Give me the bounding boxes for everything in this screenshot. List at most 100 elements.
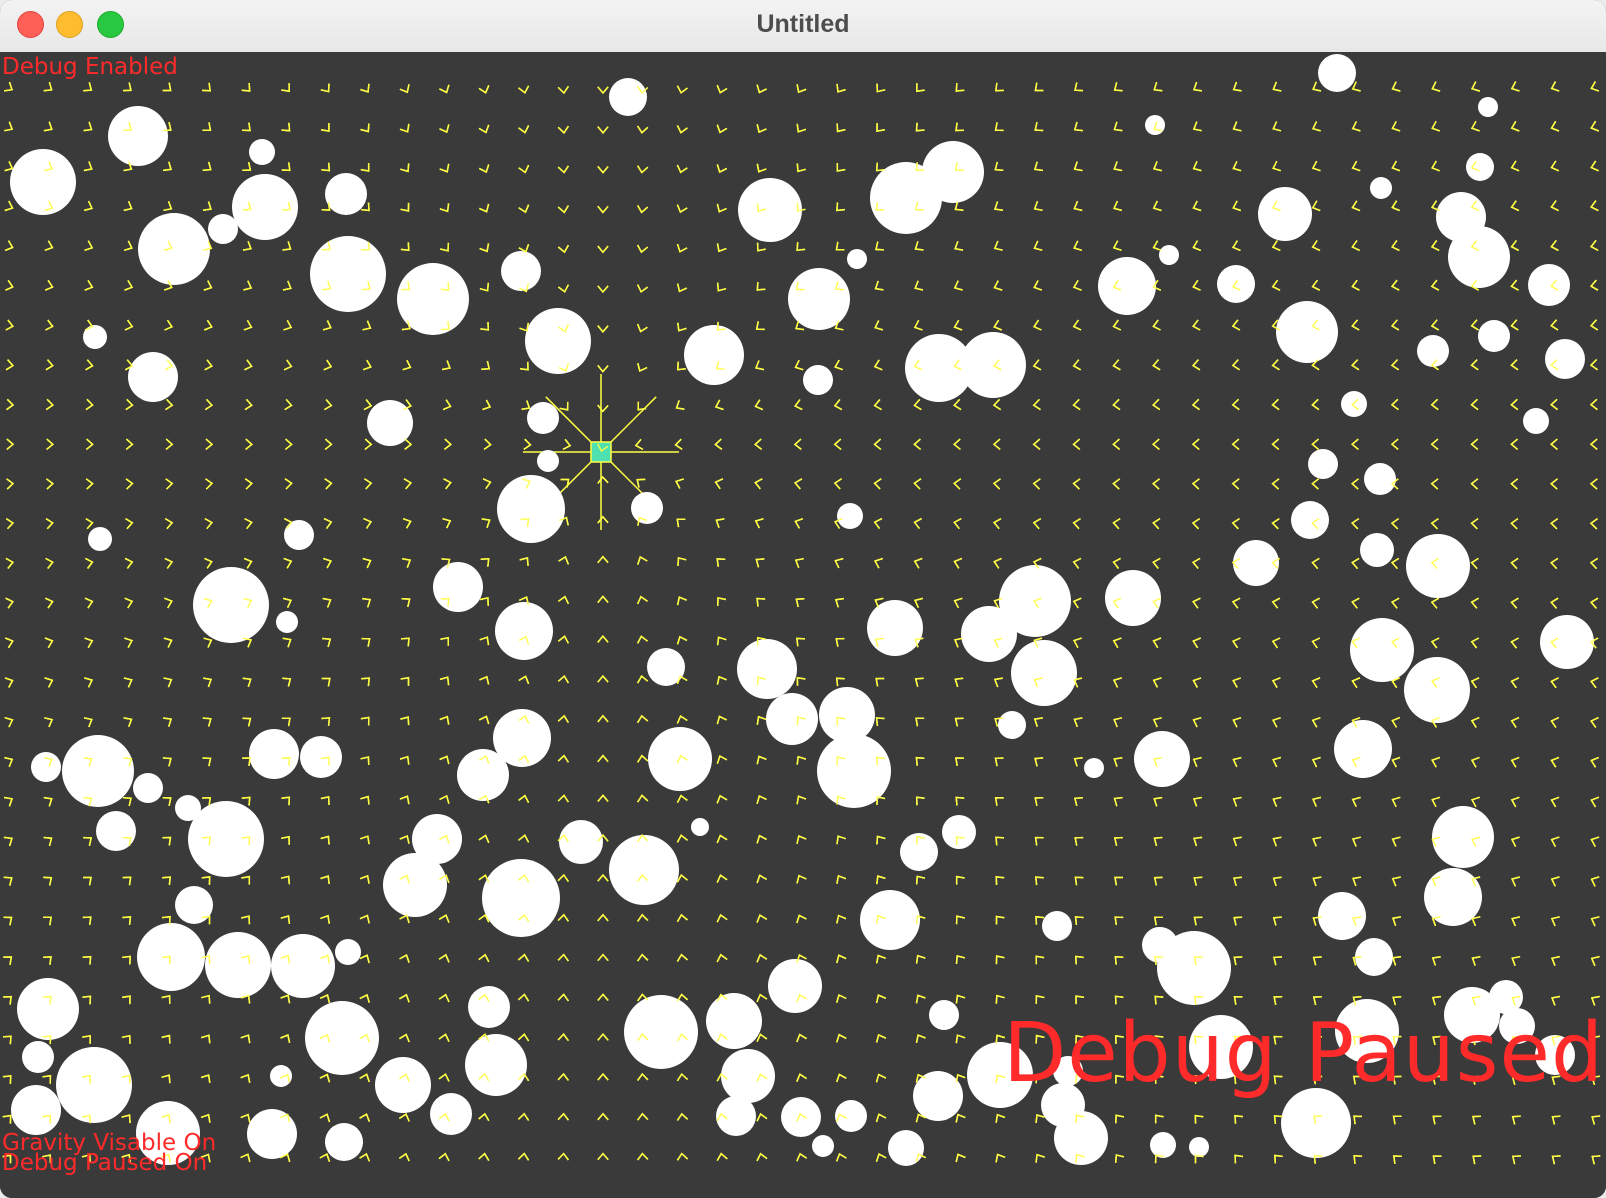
gravity-arrow: [1271, 478, 1280, 490]
simulation-canvas[interactable]: Debug Enabled Gravity Visable On Debug P…: [0, 52, 1606, 1198]
gravity-arrow: [1192, 81, 1203, 92]
gravity-arrow: [399, 914, 410, 924]
gravity-arrow: [5, 637, 14, 649]
gravity-arrow: [362, 320, 372, 331]
gravity-arrow: [122, 876, 132, 886]
gravity-arrow: [122, 82, 132, 92]
gravity-arrow: [244, 359, 253, 371]
gravity-arrow: [1510, 677, 1520, 689]
gravity-arrow: [480, 557, 490, 567]
gravity-arrow: [875, 1113, 887, 1123]
gravity-arrow: [1589, 279, 1599, 291]
gravity-arrow: [518, 204, 530, 214]
gravity-arrow: [202, 161, 212, 172]
gravity-arrow: [4, 160, 14, 172]
gravity-arrow: [164, 557, 174, 569]
gravity-arrow: [323, 359, 333, 371]
gravity-arrow: [1392, 916, 1402, 927]
gravity-arrow: [756, 715, 767, 725]
gravity-arrow: [873, 359, 883, 371]
gravity-arrow: [834, 597, 844, 608]
gravity-arrow: [481, 518, 491, 528]
gravity-arrow: [3, 995, 12, 1005]
particle: [10, 149, 76, 215]
gravity-arrow: [203, 637, 213, 648]
gravity-arrow: [281, 835, 290, 845]
gravity-arrow: [914, 677, 924, 687]
gravity-arrow: [874, 280, 884, 291]
gravity-arrow: [163, 161, 172, 172]
gravity-arrow: [1072, 597, 1082, 609]
gravity-arrow: [955, 994, 966, 1004]
particle: [1523, 408, 1549, 434]
gravity-arrow: [1351, 160, 1361, 172]
gravity-arrow: [1590, 955, 1600, 967]
gravity-arrow: [597, 1033, 609, 1041]
gravity-arrow: [360, 756, 370, 766]
gravity-arrow: [3, 836, 13, 847]
gravity-arrow: [1550, 319, 1559, 331]
gravity-arrow: [439, 84, 450, 94]
gravity-arrow: [597, 364, 609, 373]
gravity-arrow: [756, 755, 767, 765]
gravity-arrow: [1550, 438, 1558, 450]
gravity-arrow: [125, 398, 134, 411]
gravity-arrow: [754, 360, 765, 371]
gravity-arrow: [1550, 81, 1560, 92]
gravity-arrow: [676, 873, 688, 883]
gravity-arrow: [402, 517, 412, 529]
particle: [375, 1057, 431, 1113]
gravity-arrow: [1114, 995, 1124, 1005]
gravity-arrow: [756, 1152, 768, 1162]
gravity-arrow: [517, 1112, 530, 1121]
gravity-arrow: [955, 1153, 966, 1163]
gravity-arrow: [835, 677, 845, 687]
gravity-arrow: [519, 322, 530, 332]
gravity-arrow: [521, 400, 531, 411]
particle: [310, 236, 386, 312]
gravity-arrow: [45, 359, 54, 371]
gravity-arrow: [676, 164, 688, 174]
gravity-arrow: [1114, 1154, 1125, 1163]
particle: [31, 752, 61, 782]
gravity-arrow: [479, 636, 490, 646]
gravity-arrow: [1152, 517, 1161, 530]
gravity-arrow: [1511, 1155, 1521, 1165]
gravity-arrow: [478, 164, 490, 174]
gravity-arrow: [994, 82, 1004, 92]
gravity-arrow: [1550, 955, 1560, 966]
gravity-arrow: [164, 319, 174, 331]
gravity-arrow: [1152, 677, 1162, 688]
gravity-arrow: [836, 123, 846, 133]
gravity-arrow: [557, 1112, 569, 1121]
gravity-arrow: [1390, 279, 1400, 291]
gravity-arrow: [1470, 517, 1479, 530]
gravity-arrow: [915, 717, 925, 727]
particle: [249, 139, 275, 165]
particle: [1159, 245, 1179, 265]
gravity-arrow: [324, 399, 333, 411]
gravity-arrow: [1234, 1114, 1243, 1124]
gravity-arrow: [1033, 717, 1043, 727]
gravity-arrow: [362, 557, 372, 569]
gravity-arrow: [1035, 1114, 1045, 1123]
gravity-arrow: [915, 796, 925, 806]
gravity-arrow: [244, 517, 253, 530]
gravity-arrow: [675, 400, 685, 411]
gravity-arrow: [3, 81, 13, 92]
debug-enabled-label: Debug Enabled: [2, 54, 178, 80]
gravity-arrow: [85, 438, 94, 450]
gravity-arrow: [676, 834, 688, 843]
gravity-arrow: [995, 1113, 1006, 1123]
gravity-arrow: [1231, 359, 1241, 371]
gravity-arrow: [82, 916, 92, 926]
particle: [837, 503, 863, 529]
gravity-arrow: [164, 597, 173, 609]
gravity-arrow: [517, 953, 530, 962]
gravity-arrow: [1432, 1155, 1442, 1165]
gravity-arrow: [796, 914, 807, 924]
gravity-arrow: [1353, 1115, 1362, 1125]
gravity-arrow: [244, 398, 253, 411]
gravity-arrow: [1271, 597, 1281, 609]
gravity-arrow: [636, 595, 648, 605]
